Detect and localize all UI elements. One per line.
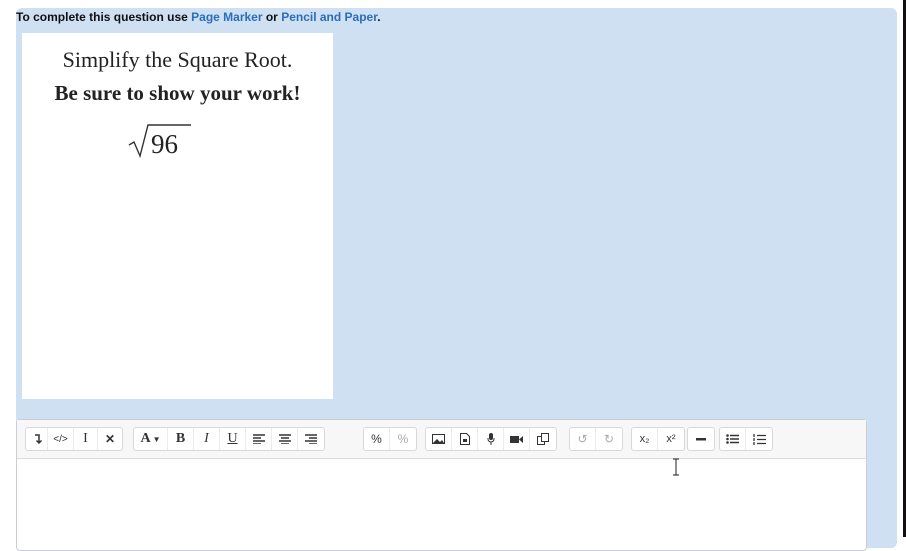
align-right-button[interactable]	[298, 428, 324, 450]
manage-files-button[interactable]	[530, 428, 556, 450]
unlink-button[interactable]: %	[390, 428, 416, 450]
radicand: 96	[151, 129, 178, 159]
bold-button[interactable]: B	[168, 428, 194, 450]
fullscreen-button[interactable]: ✕	[98, 428, 122, 450]
unlink-icon: %	[397, 432, 409, 446]
code-icon: </>	[53, 433, 68, 445]
align-center-icon	[278, 434, 291, 444]
align-left-icon	[252, 434, 265, 444]
dropdown-icon: ▼	[152, 434, 161, 444]
underline-button[interactable]: U	[220, 428, 246, 450]
align-right-icon	[305, 434, 317, 444]
answer-editor[interactable]: </> I ✕ A ▼ B I U % % ↺ ↻ x₂ x²	[16, 419, 867, 551]
font-menu-button[interactable]: A ▼	[134, 428, 168, 450]
align-center-button[interactable]	[272, 428, 298, 450]
collapse-toolbar-button[interactable]	[26, 428, 48, 450]
align-left-button[interactable]	[246, 428, 272, 450]
bullet-list-button[interactable]	[720, 428, 746, 450]
toolbar-group-rule	[687, 427, 715, 451]
toolbar-group-format: A ▼ B I U	[133, 427, 325, 451]
record-video-button[interactable]	[504, 428, 530, 450]
page-marker-link[interactable]: Page Marker	[191, 10, 262, 24]
toolbar-group-history: ↺ ↻	[569, 427, 623, 451]
editor-toolbar: </> I ✕ A ▼ B I U % % ↺ ↻ x₂ x²	[17, 420, 866, 459]
square-root-expression: 96	[128, 124, 191, 159]
text-cursor-pointer-icon	[673, 458, 679, 476]
numbered-list-icon	[752, 433, 766, 445]
link-icon: %	[371, 432, 382, 446]
toolbar-group-misc: </> I ✕	[25, 427, 123, 451]
image-icon	[432, 434, 445, 444]
instruction-prefix: To complete this question use	[16, 10, 192, 24]
question-title: Simplify the Square Root.	[62, 47, 293, 72]
instruction-text: To complete this question use Page Marke…	[16, 10, 381, 24]
arrow-down-icon	[34, 434, 42, 445]
file-icon	[459, 433, 470, 445]
question-image: Simplify the Square Root. Be sure to sho…	[22, 33, 333, 399]
redo-button[interactable]: ↻	[596, 428, 622, 450]
insert-file-button[interactable]	[452, 428, 478, 450]
insert-image-button[interactable]	[426, 428, 452, 450]
italic-button[interactable]: I	[194, 428, 220, 450]
pencil-and-paper-link[interactable]: Pencil and Paper	[281, 10, 377, 24]
toolbar-group-links: % %	[363, 427, 417, 451]
video-camera-icon	[510, 435, 523, 443]
instruction-suffix: .	[377, 10, 381, 24]
expand-icon: ✕	[104, 432, 116, 446]
font-label: A	[140, 431, 151, 446]
subscript-button[interactable]: x₂	[632, 428, 658, 450]
copy-files-icon	[537, 433, 549, 445]
clear-formatting-button[interactable]: I	[74, 428, 98, 450]
redo-icon: ↻	[603, 432, 615, 446]
question-subtitle: Be sure to show your work!	[54, 81, 301, 105]
record-audio-button[interactable]	[478, 428, 504, 450]
undo-icon: ↺	[577, 432, 588, 446]
microphone-icon	[487, 433, 494, 445]
editor-content-area[interactable]	[17, 459, 866, 550]
bullet-list-icon	[726, 434, 739, 444]
toolbar-group-media	[425, 427, 557, 451]
link-button[interactable]: %	[364, 428, 390, 450]
text-cursor-icon: I	[83, 431, 88, 446]
superscript-button[interactable]: x²	[658, 428, 684, 450]
undo-button[interactable]: ↺	[570, 428, 596, 450]
numbered-list-button[interactable]	[746, 428, 772, 450]
horizontal-rule-icon	[696, 438, 706, 441]
toolbar-group-scripts: x₂ x²	[631, 427, 685, 451]
toolbar-group-lists	[719, 427, 773, 451]
html-source-button[interactable]: </>	[48, 428, 74, 450]
instruction-middle: or	[262, 10, 282, 24]
horizontal-rule-button[interactable]	[688, 428, 714, 450]
